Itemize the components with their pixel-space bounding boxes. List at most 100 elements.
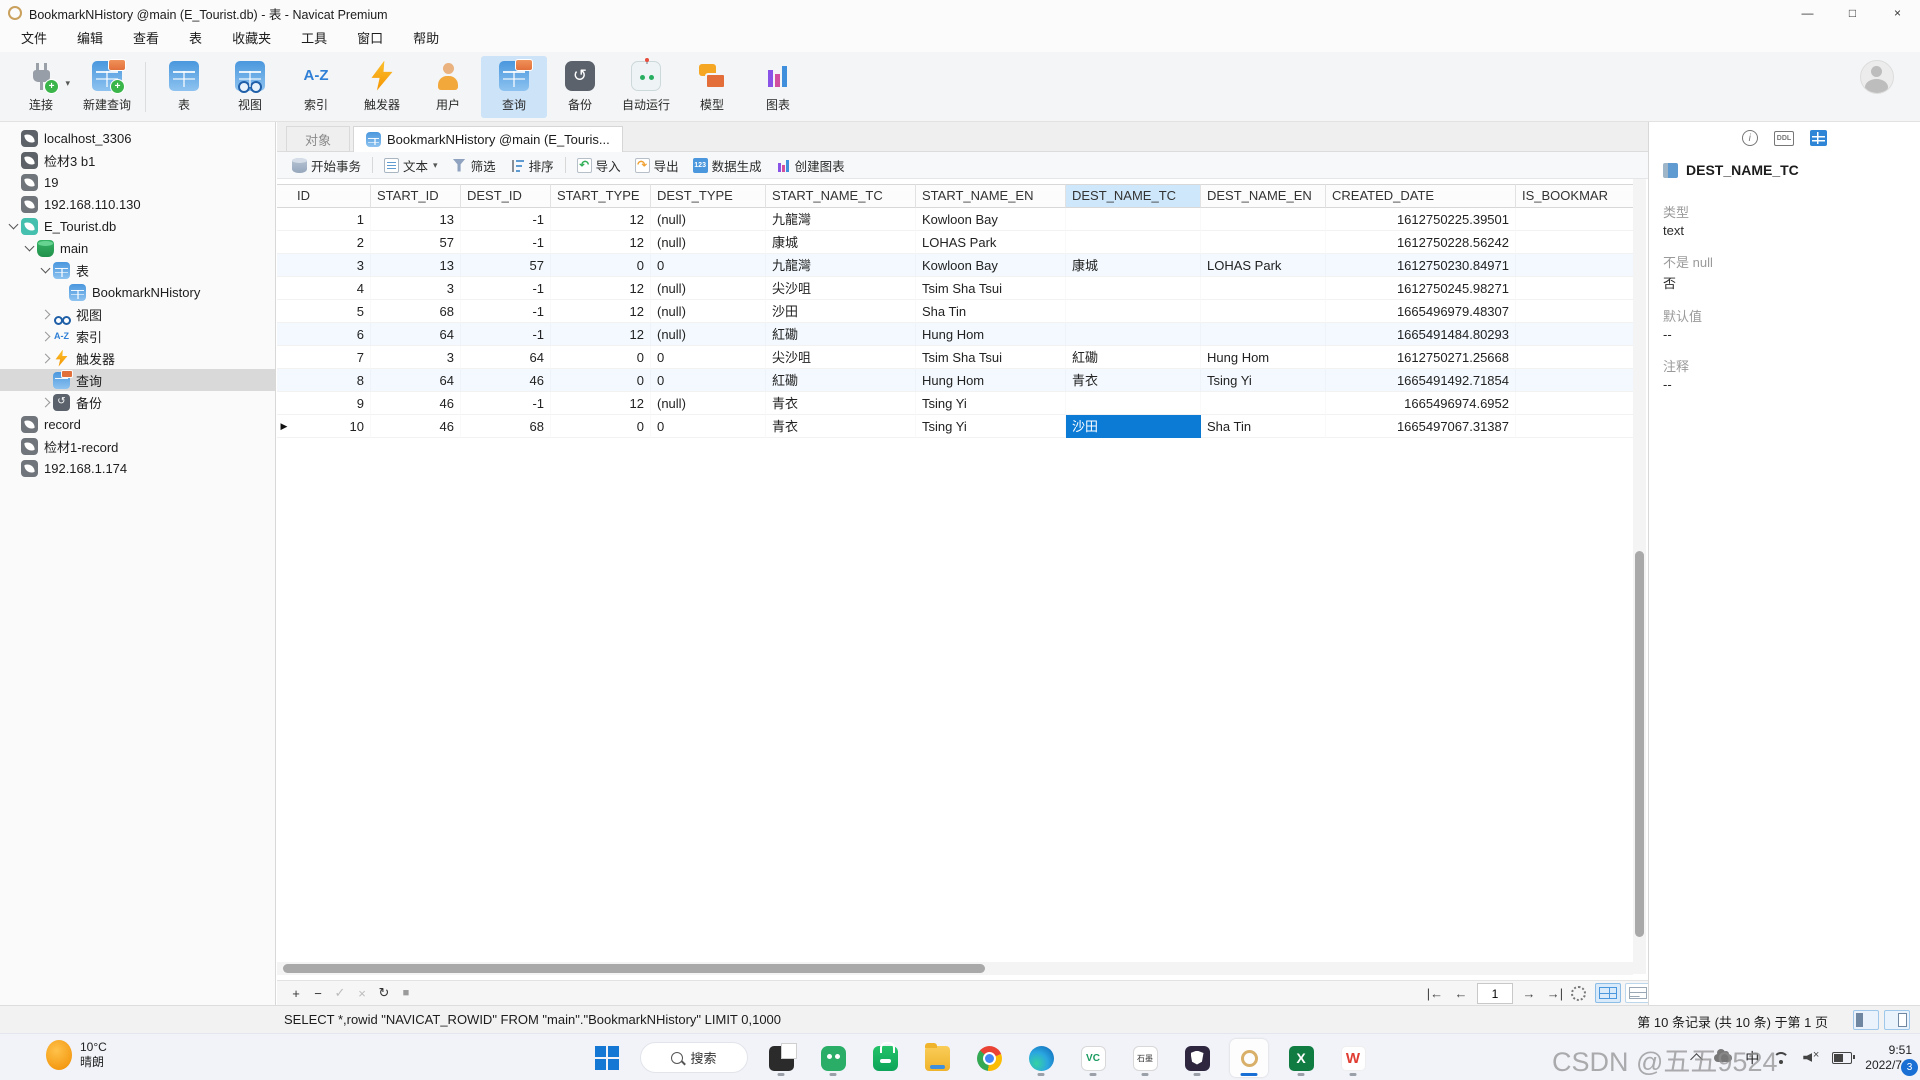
- ddl-icon[interactable]: DDL: [1774, 131, 1794, 146]
- toolbar-trigger-button[interactable]: 触发器: [349, 56, 415, 118]
- table-toolbar-text-button[interactable]: 文本▾: [377, 154, 445, 176]
- cell-START_NAME_TC[interactable]: 紅磡: [766, 369, 916, 392]
- cell-START_NAME_TC[interactable]: 青衣: [766, 415, 916, 438]
- taskbar-search[interactable]: 搜索: [640, 1042, 748, 1073]
- cell-DEST_NAME_TC[interactable]: 沙田: [1066, 415, 1201, 438]
- cell-START_NAME_TC[interactable]: 尖沙咀: [766, 346, 916, 369]
- cell-CREATED_DATE[interactable]: 1665491492.71854: [1326, 369, 1516, 392]
- cell-DEST_NAME_EN[interactable]: [1201, 392, 1326, 415]
- menu-item-4[interactable]: 收藏夹: [217, 27, 286, 51]
- cell-START_TYPE[interactable]: 0: [551, 254, 651, 277]
- table-toolbar-import-button[interactable]: 导入: [570, 154, 628, 176]
- sidebar-item-192.168.110.130[interactable]: 192.168.110.130: [0, 193, 275, 215]
- taskbar-app-explorer[interactable]: [918, 1039, 956, 1077]
- column-header-START_NAME_TC[interactable]: START_NAME_TC: [766, 184, 916, 208]
- cell-IS_BOOKMAR[interactable]: [1516, 254, 1646, 277]
- sidebar-item-触发器[interactable]: 触发器: [0, 347, 275, 369]
- tree-expand-arrow[interactable]: [38, 268, 53, 272]
- column-header-DEST_ID[interactable]: DEST_ID: [461, 184, 551, 208]
- taskbar-app-vc[interactable]: [1074, 1039, 1112, 1077]
- table-toolbar-filter-button[interactable]: 筛选: [445, 154, 503, 176]
- minimize-button[interactable]: —: [1785, 0, 1830, 26]
- tree-expand-arrow[interactable]: [38, 311, 53, 318]
- tray-overflow-icon[interactable]: [1690, 1053, 1703, 1066]
- column-header-DEST_TYPE[interactable]: DEST_TYPE: [651, 184, 766, 208]
- sidebar-item-E_Tourist.db[interactable]: E_Tourist.db: [0, 215, 275, 237]
- toolbar-query-button[interactable]: 查询: [481, 56, 547, 118]
- cell-START_TYPE[interactable]: 12: [551, 323, 651, 346]
- dropdown-caret-icon[interactable]: ▾: [433, 160, 438, 171]
- cell-START_NAME_TC[interactable]: 沙田: [766, 300, 916, 323]
- cell-DEST_NAME_EN[interactable]: Tsing Yi: [1201, 369, 1326, 392]
- cell-DEST_NAME_TC[interactable]: [1066, 392, 1201, 415]
- volume-muted-icon[interactable]: [1803, 1051, 1819, 1064]
- toolbar-table-button[interactable]: 表: [151, 56, 217, 118]
- cell-ID[interactable]: 5: [291, 300, 371, 323]
- cell-ID[interactable]: 2: [291, 231, 371, 254]
- cell-CREATED_DATE[interactable]: 1665496974.6952: [1326, 392, 1516, 415]
- cell-START_ID[interactable]: 64: [371, 369, 461, 392]
- grid-view-button[interactable]: [1595, 983, 1621, 1003]
- toolbar-chart-button[interactable]: 图表: [745, 56, 811, 118]
- cell-ID[interactable]: 6: [291, 323, 371, 346]
- cell-START_NAME_EN[interactable]: Kowloon Bay: [916, 254, 1066, 277]
- taskbar-app-taskview[interactable]: [762, 1039, 800, 1077]
- cell-START_TYPE[interactable]: 0: [551, 415, 651, 438]
- cell-DEST_TYPE[interactable]: (null): [651, 231, 766, 254]
- sidebar-item-表[interactable]: 表: [0, 259, 275, 281]
- cell-ID[interactable]: 7: [291, 346, 371, 369]
- cell-DEST_ID[interactable]: 68: [461, 415, 551, 438]
- cell-DEST_NAME_TC[interactable]: [1066, 323, 1201, 346]
- info-icon[interactable]: i: [1742, 130, 1758, 146]
- sidebar-item-BookmarkNHistory[interactable]: BookmarkNHistory: [0, 281, 275, 303]
- cell-START_NAME_EN[interactable]: Hung Hom: [916, 369, 1066, 392]
- sidebar-item-192.168.1.174[interactable]: 192.168.1.174: [0, 457, 275, 479]
- sidebar-item-19[interactable]: 19: [0, 171, 275, 193]
- toggle-left-pane-button[interactable]: [1853, 1010, 1879, 1030]
- toolbar-automation-button[interactable]: 自动运行: [613, 56, 679, 118]
- cell-DEST_ID[interactable]: -1: [461, 323, 551, 346]
- cell-IS_BOOKMAR[interactable]: [1516, 300, 1646, 323]
- cell-START_TYPE[interactable]: 12: [551, 300, 651, 323]
- cell-DEST_TYPE[interactable]: (null): [651, 277, 766, 300]
- cell-DEST_ID[interactable]: 46: [461, 369, 551, 392]
- prev-page-button[interactable]: ←: [1451, 986, 1471, 1001]
- onedrive-icon[interactable]: [1714, 1054, 1732, 1062]
- tree-expand-arrow[interactable]: [38, 399, 53, 406]
- cell-DEST_ID[interactable]: -1: [461, 300, 551, 323]
- cell-START_NAME_EN[interactable]: Tsim Sha Tsui: [916, 277, 1066, 300]
- cell-CREATED_DATE[interactable]: 1612750228.56242: [1326, 231, 1516, 254]
- delete-record-button[interactable]: −: [307, 986, 329, 1001]
- toolbar-view-button[interactable]: 视图: [217, 56, 283, 118]
- horizontal-scrollbar-thumb[interactable]: [283, 964, 985, 973]
- cell-DEST_ID[interactable]: -1: [461, 208, 551, 231]
- cell-DEST_TYPE[interactable]: (null): [651, 300, 766, 323]
- cell-START_NAME_TC[interactable]: 康城: [766, 231, 916, 254]
- cell-CREATED_DATE[interactable]: 1612750245.98271: [1326, 277, 1516, 300]
- sidebar-item-索引[interactable]: 索引: [0, 325, 275, 347]
- toolbar-model-button[interactable]: 模型: [679, 56, 745, 118]
- menu-item-6[interactable]: 窗口: [342, 27, 398, 51]
- cell-IS_BOOKMAR[interactable]: [1516, 277, 1646, 300]
- taskbar-app-chrome[interactable]: [970, 1039, 1008, 1077]
- menu-item-2[interactable]: 查看: [118, 27, 174, 51]
- toolbar-backup-button[interactable]: 备份: [547, 56, 613, 118]
- grid-info-icon[interactable]: [1810, 130, 1827, 146]
- stop-button[interactable]: ■: [395, 987, 417, 999]
- cell-START_ID[interactable]: 13: [371, 208, 461, 231]
- sidebar-item-备份[interactable]: 备份: [0, 391, 275, 413]
- cell-DEST_ID[interactable]: -1: [461, 392, 551, 415]
- cell-IS_BOOKMAR[interactable]: [1516, 346, 1646, 369]
- close-button[interactable]: ×: [1875, 0, 1920, 26]
- taskbar-app-wechat[interactable]: [814, 1039, 852, 1077]
- tab-objects[interactable]: 对象: [286, 126, 350, 152]
- column-header-DEST_NAME_EN[interactable]: DEST_NAME_EN: [1201, 184, 1326, 208]
- cell-DEST_TYPE[interactable]: 0: [651, 346, 766, 369]
- cell-CREATED_DATE[interactable]: 1612750225.39501: [1326, 208, 1516, 231]
- cell-DEST_NAME_TC[interactable]: 紅磡: [1066, 346, 1201, 369]
- cell-DEST_NAME_TC[interactable]: [1066, 231, 1201, 254]
- notification-badge[interactable]: 3: [1901, 1059, 1918, 1076]
- cell-DEST_ID[interactable]: -1: [461, 277, 551, 300]
- table-toolbar-export-button[interactable]: 导出: [628, 154, 686, 176]
- cell-CREATED_DATE[interactable]: 1665496979.48307: [1326, 300, 1516, 323]
